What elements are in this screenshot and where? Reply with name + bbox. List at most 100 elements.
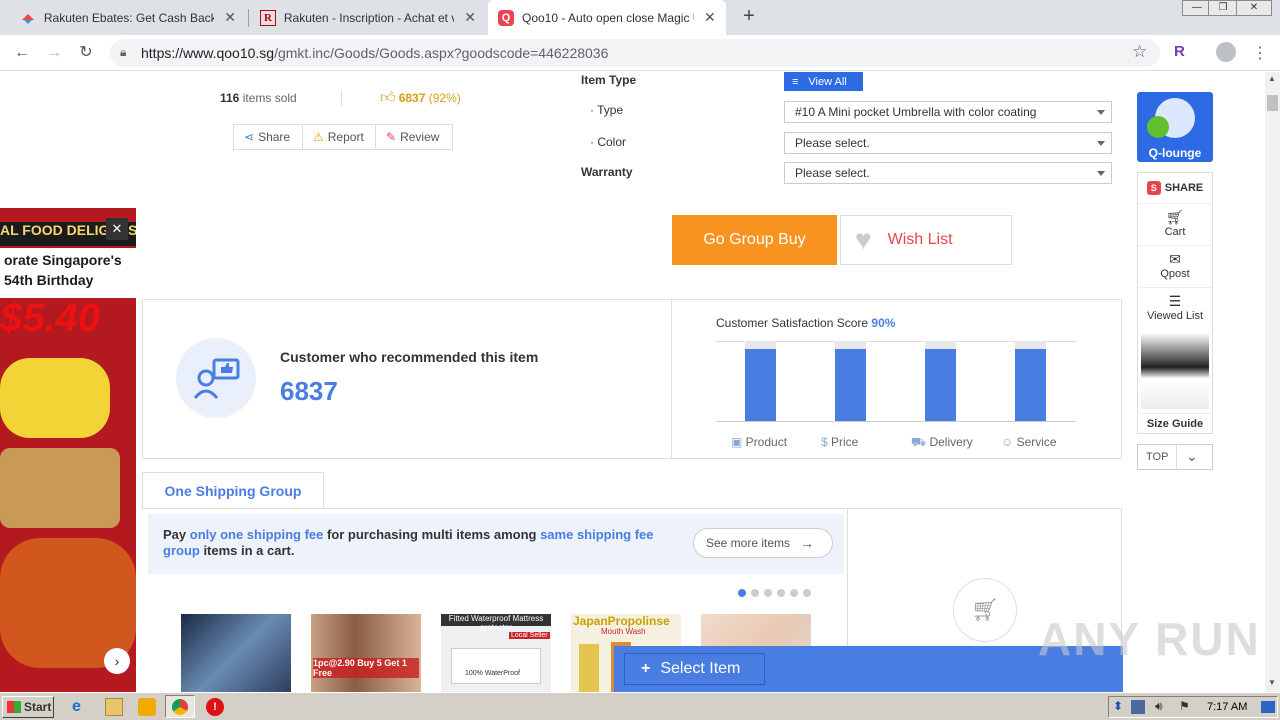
scroll-down-icon[interactable]: ▼ <box>1268 678 1276 687</box>
share-side-button[interactable]: S SHARE <box>1138 173 1212 203</box>
mail-icon: ✉ <box>1169 251 1181 267</box>
menu-dots-icon[interactable]: ⋮ <box>1252 43 1268 63</box>
tab-rakuten-ebates[interactable]: Rakuten Ebates: Get Cash Back For ✕ <box>10 0 246 35</box>
close-icon[interactable]: ✕ <box>704 9 716 26</box>
start-button[interactable]: Start <box>2 696 54 718</box>
tab-title: Rakuten Ebates: Get Cash Back For <box>43 10 215 25</box>
speaker-icon[interactable]: 🔊︎ <box>1155 699 1163 714</box>
list-icon: ≡ <box>792 75 799 88</box>
forward-icon[interactable]: → <box>44 43 64 63</box>
close-icon[interactable]: ✕ <box>464 9 476 26</box>
rakuten-r-favicon: R <box>260 9 276 26</box>
box-icon: ▣ <box>731 435 746 449</box>
share-button[interactable]: ⋖ Share <box>233 124 303 150</box>
carousel-dot[interactable] <box>764 589 772 597</box>
bookmark-star-icon[interactable]: ☆ <box>1132 42 1147 62</box>
flag-icon[interactable]: ⚑ <box>1179 699 1190 713</box>
tab-qoo10[interactable]: Q Qoo10 - Auto open close Magic Umbr ✕ <box>488 0 726 35</box>
media-player-icon[interactable] <box>138 698 156 716</box>
pencil-icon: ✎ <box>386 130 397 144</box>
truck-icon: ⛟ <box>911 435 930 449</box>
rakuten-extension-icon[interactable]: R <box>1174 43 1185 60</box>
chevron-down-icon <box>1097 171 1105 176</box>
opera-icon[interactable]: ! <box>206 698 224 716</box>
carousel-dot[interactable] <box>803 589 811 597</box>
wish-list-button[interactable]: ♥ Wish List <box>840 215 1012 265</box>
ad-price: $5.40 <box>0 296 101 340</box>
tab-rakuten-inscription[interactable]: R Rakuten - Inscription - Achat et vent … <box>250 0 486 35</box>
chevron-right-icon[interactable]: › <box>104 648 130 674</box>
carousel-dot[interactable] <box>777 589 785 597</box>
viewed-list-side-button[interactable]: ☰ Viewed List <box>1138 287 1212 329</box>
url-input[interactable]: 🔒︎ https://www.qoo10.sg/gmkt.inc/Goods/G… <box>110 39 1160 67</box>
ad-text: orate Singapore's <box>4 252 122 268</box>
cart-side-button[interactable]: 🛒︎ Cart <box>1138 203 1212 245</box>
type-label: · Type <box>590 103 624 117</box>
bar-delivery <box>925 349 956 421</box>
see-more-items-button[interactable]: See more items → <box>693 528 833 558</box>
close-icon[interactable]: ✕ <box>224 9 236 26</box>
report-button[interactable]: ⚠ Report <box>302 124 376 150</box>
maximize-button[interactable]: ❐ <box>1208 0 1238 16</box>
tray-arrow-icon[interactable]: ⬍ <box>1113 699 1123 713</box>
cart-download-icon: 🛒︎ <box>953 578 1017 642</box>
warranty-label: Warranty <box>581 165 633 179</box>
left-ad-banner[interactable]: AL FOOD DELIGHTS orate Singapore's 54th … <box>0 208 136 692</box>
chrome-taskbar-button[interactable] <box>165 695 195 718</box>
bar-service <box>1015 349 1046 421</box>
color-label: · Color <box>590 135 627 149</box>
window-close-button[interactable]: ✕ <box>1236 0 1272 16</box>
back-icon[interactable]: ← <box>12 43 32 63</box>
chevron-down-icon <box>1097 141 1105 146</box>
show-desktop-icon[interactable] <box>1261 701 1275 713</box>
ie-icon[interactable]: e <box>72 698 90 716</box>
q-lounge-button[interactable]: Q-lounge <box>1137 92 1213 162</box>
carousel-dot[interactable] <box>738 589 746 597</box>
clock: 7:17 AM <box>1207 701 1248 713</box>
product-thumb-mattress[interactable]: Fitted Waterproof Mattress protector Loc… <box>441 614 551 692</box>
page-scrollbar[interactable]: ▲ ▼ <box>1265 72 1280 692</box>
divider <box>341 90 342 106</box>
recommend-count: 6837 <box>280 376 338 406</box>
top-button[interactable]: TOP ⌄ <box>1137 444 1213 470</box>
scrollbar-thumb[interactable] <box>1267 95 1278 111</box>
color-select[interactable]: Please select. <box>784 132 1112 154</box>
warning-icon: ⚠ <box>313 130 324 144</box>
product-thumb-underwear[interactable]: 1pc@2.90 Buy 5 Get 1 Free <box>311 614 421 692</box>
recommend-title: Customer who recommended this item <box>280 349 539 365</box>
view-all-button[interactable]: ≡ View All <box>784 72 863 91</box>
qpost-side-button[interactable]: ✉ Qpost <box>1138 245 1212 287</box>
ad-close-button[interactable]: ✕ <box>106 218 128 240</box>
q-lounge-label: Q-lounge <box>1148 146 1202 160</box>
ad-food-durian <box>0 358 110 438</box>
network-icon[interactable] <box>1131 700 1145 714</box>
viewed-umbrella-thumb[interactable] <box>1141 333 1209 409</box>
tab-divider <box>248 9 249 27</box>
scroll-up-icon[interactable]: ▲ <box>1268 74 1276 83</box>
bar-price <box>835 349 866 421</box>
likes-info[interactable]: 👍︎ 6837 (92%) <box>380 89 461 107</box>
thumb-label: 1pc@2.90 Buy 5 Get 1 Free <box>313 658 419 678</box>
tab-one-shipping-group[interactable]: One Shipping Group <box>142 472 324 509</box>
url-text: https://www.qoo10.sg/gmkt.inc/Goods/Good… <box>141 45 609 61</box>
product-actions: ⋖ Share ⚠ Report ✎ Review <box>233 124 453 150</box>
thumbs-up-icon: 👍︎ <box>380 89 396 106</box>
warranty-select[interactable]: Please select. <box>784 162 1112 184</box>
profile-avatar[interactable] <box>1216 42 1236 62</box>
type-select[interactable]: #10 A Mini pocket Umbrella with color co… <box>784 101 1112 123</box>
new-tab-button[interactable]: + <box>738 5 760 27</box>
thumb-sub: 100% WaterProof <box>465 670 520 677</box>
carousel-dot[interactable] <box>790 589 798 597</box>
thumb-badge: Local Seller <box>509 632 550 639</box>
carousel-dots <box>738 589 811 597</box>
carousel-dot[interactable] <box>751 589 759 597</box>
tick-label-product: ▣ Product <box>731 435 788 449</box>
size-guide-button[interactable]: Size Guide <box>1138 413 1212 433</box>
folder-icon[interactable] <box>105 698 123 716</box>
reload-icon[interactable]: ↻ <box>76 43 96 63</box>
go-group-buy-button[interactable]: Go Group Buy <box>672 215 837 265</box>
select-item-button[interactable]: + Select Item <box>624 653 765 685</box>
product-thumb-showerhead[interactable] <box>181 614 291 692</box>
thumb-label: JapanPropolinse <box>573 614 670 628</box>
review-button[interactable]: ✎ Review <box>375 124 453 150</box>
